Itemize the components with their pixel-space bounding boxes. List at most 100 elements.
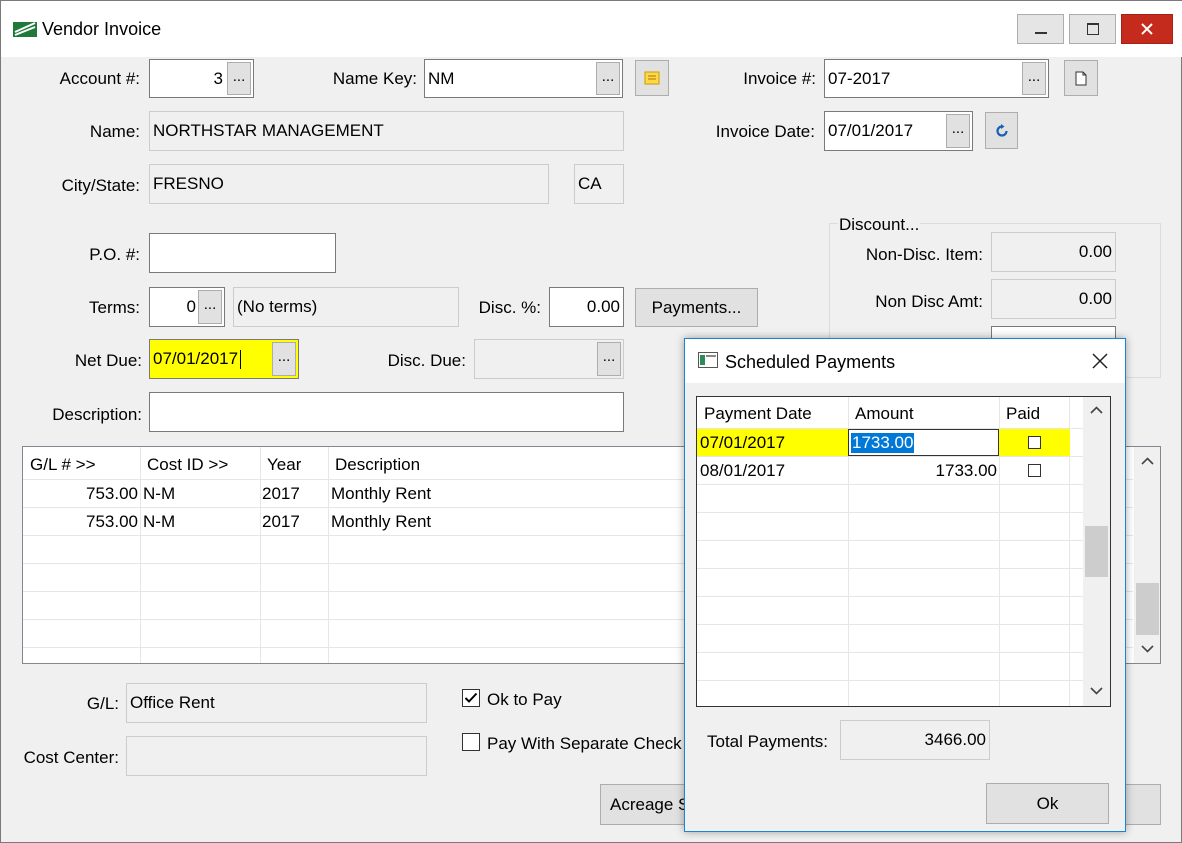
refresh-icon — [995, 123, 1008, 137]
payments-scrollbar-thumb[interactable] — [1085, 526, 1108, 577]
disc-due-picker-button[interactable]: ... — [597, 342, 621, 376]
minimize-icon — [1034, 32, 1047, 34]
invoice-date-picker-button[interactable]: ... — [946, 114, 970, 148]
ok-to-pay-checkbox[interactable] — [462, 689, 480, 707]
namekey-lookup-button[interactable]: ... — [596, 62, 620, 95]
ok-to-pay-label[interactable]: Ok to Pay — [487, 690, 562, 710]
payments-grid[interactable]: Payment Date Amount Paid 07/01/2017 1733… — [696, 396, 1111, 707]
namekey-label: Name Key: — [332, 69, 417, 88]
scroll-down-icon[interactable] — [1141, 645, 1154, 653]
grid-scrollbar[interactable] — [1134, 447, 1160, 663]
account-label: Account #: — [59, 69, 140, 88]
grid-cell-year: 2017 — [262, 512, 300, 531]
grid-header-cost-id[interactable]: Cost ID >> — [147, 455, 228, 475]
disc-due-label: Disc. Due: — [387, 351, 466, 370]
grid-cell-year: 2017 — [262, 484, 300, 503]
net-due-picker-button[interactable]: ... — [272, 342, 296, 376]
scroll-down-icon[interactable] — [1090, 687, 1103, 695]
ok-button[interactable]: Ok — [986, 783, 1109, 824]
app-logo-icon — [13, 19, 37, 37]
city-state-label: City/State: — [61, 176, 140, 195]
checkmark-icon — [464, 692, 478, 703]
payments-header-amount[interactable]: Amount — [855, 404, 914, 424]
description-input[interactable] — [149, 392, 624, 432]
minimize-button[interactable] — [1017, 14, 1064, 44]
scheduled-payments-dialog: Scheduled Payments Payment Date Amount P… — [684, 338, 1126, 832]
payment-date-cell: 08/01/2017 — [700, 461, 786, 480]
terms-description: (No terms) — [233, 287, 459, 327]
grid-row-divider — [697, 596, 1083, 597]
name-label: Name: — [89, 122, 140, 141]
po-input[interactable] — [149, 233, 336, 273]
dialog-app-icon — [698, 352, 718, 368]
payment-amount-editor[interactable]: 1733.00 — [848, 429, 999, 456]
sticky-note-icon — [644, 71, 660, 85]
new-document-icon — [1075, 71, 1087, 85]
dialog-title-bar[interactable]: Scheduled Payments — [685, 339, 1125, 383]
grid-header-description[interactable]: Description — [335, 455, 420, 475]
grid-row-divider — [697, 624, 1083, 625]
scroll-up-icon[interactable] — [1090, 406, 1103, 414]
invoice-lookup-button[interactable]: ... — [1022, 62, 1046, 95]
note-button[interactable] — [635, 60, 669, 96]
disc-pct-label: Disc. %: — [478, 298, 541, 317]
discount-group-label: Discount... — [838, 215, 921, 235]
grid-header-gl[interactable]: G/L # >> — [30, 455, 96, 475]
dialog-title: Scheduled Payments — [725, 352, 896, 372]
title-bar[interactable]: Vendor Invoice — [1, 1, 1182, 57]
grid-header-year[interactable]: Year — [267, 455, 301, 475]
grid-cell-gl: 753.00 — [86, 484, 138, 503]
payment-date-cell: 07/01/2017 — [700, 433, 786, 452]
terms-label: Terms: — [89, 298, 140, 317]
payments-header-paid[interactable]: Paid — [1006, 404, 1040, 424]
grid-row-divider — [697, 540, 1083, 541]
nondisc-amt-label: Non Disc Amt: — [875, 292, 983, 311]
grid-scrollbar-thumb[interactable] — [1136, 583, 1159, 635]
cost-center-field — [126, 736, 427, 776]
namekey-input[interactable]: NM — [424, 59, 623, 98]
grid-row-divider — [697, 484, 1083, 485]
description-label: Description: — [52, 405, 142, 424]
nondisc-item-label: Non-Disc. Item: — [865, 245, 983, 264]
separate-check-label[interactable]: Pay With Separate Check — [487, 734, 682, 754]
payment-amount-cell: 1733.00 — [935, 461, 997, 480]
terms-lookup-button[interactable]: ... — [198, 290, 222, 324]
window-title: Vendor Invoice — [42, 19, 162, 39]
grid-cell-cost-id: N-M — [143, 512, 176, 531]
payments-header-date[interactable]: Payment Date — [704, 404, 812, 424]
total-payments-label: Total Payments: — [707, 732, 828, 751]
city-field: FRESNO — [149, 164, 549, 204]
maximize-icon — [1086, 23, 1099, 35]
invoice-input[interactable]: 07-2017 — [824, 59, 1049, 98]
maximize-button[interactable] — [1069, 14, 1116, 44]
grid-cell-description: Monthly Rent — [331, 512, 432, 531]
payments-scrollbar[interactable] — [1083, 397, 1110, 706]
po-label: P.O. #: — [89, 245, 140, 264]
close-icon — [1141, 23, 1153, 35]
name-field: NORTHSTAR MANAGEMENT — [149, 111, 624, 151]
payments-button[interactable]: Payments... — [635, 288, 758, 327]
new-invoice-button[interactable] — [1064, 60, 1098, 96]
separate-check-checkbox[interactable] — [462, 733, 480, 751]
table-row[interactable]: 07/01/2017 1733.00 — [697, 429, 1070, 456]
dialog-close-icon[interactable] — [1092, 353, 1108, 369]
account-lookup-button[interactable]: ... — [227, 62, 251, 95]
grid-cell-description: Monthly Rent — [331, 484, 432, 503]
paid-checkbox[interactable] — [1028, 464, 1041, 477]
grid-row-divider — [697, 568, 1083, 569]
text-cursor — [240, 349, 242, 369]
disc-pct-input[interactable]: 0.00 — [549, 287, 624, 327]
gl-label: G/L: — [86, 694, 119, 713]
nondisc-item-field: 0.00 — [991, 232, 1116, 272]
gl-field: Office Rent — [126, 683, 427, 723]
paid-checkbox[interactable] — [1028, 436, 1041, 449]
close-button[interactable] — [1121, 14, 1173, 44]
grid-row-divider — [697, 680, 1083, 681]
table-row[interactable]: 08/01/2017 1733.00 — [697, 457, 1070, 484]
cost-center-label: Cost Center: — [23, 748, 119, 767]
scroll-up-icon[interactable] — [1141, 457, 1154, 465]
grid-cell-cost-id: N-M — [143, 484, 176, 503]
total-payments-field: 3466.00 — [840, 720, 990, 760]
net-due-value: 07/01/2017 — [153, 349, 239, 368]
refresh-button[interactable] — [985, 112, 1018, 149]
